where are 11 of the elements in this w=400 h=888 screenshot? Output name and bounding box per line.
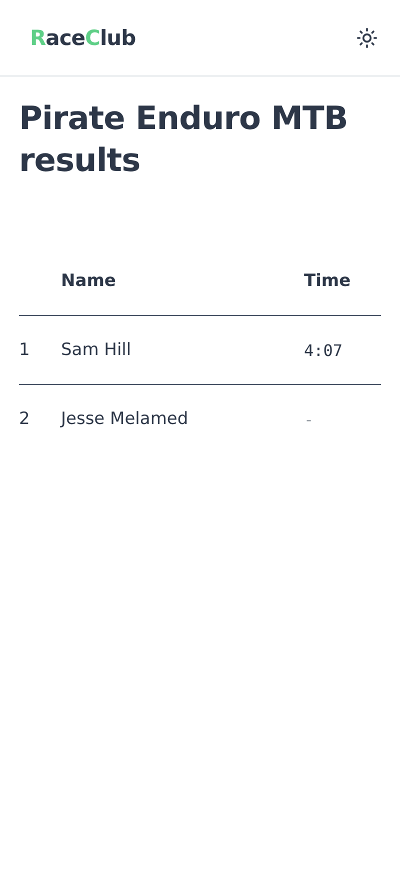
column-header: Name: [61, 271, 117, 291]
time-cell-text: 4:07: [304, 340, 344, 360]
rank-cell-text: 1: [19, 340, 31, 360]
theme-toggle-icon[interactable]: [356, 26, 378, 48]
time-cell-text: -: [304, 410, 315, 428]
name-cell-text: Jesse Melamed: [61, 409, 190, 429]
name-cell-text: Sam Hill: [61, 340, 132, 360]
page-title: Pirate Enduro MTB results: [19, 98, 349, 181]
column-header: Time: [304, 271, 352, 291]
logo[interactable]: RaceClub: [30, 26, 136, 50]
rank-cell-text: 2: [19, 409, 31, 429]
